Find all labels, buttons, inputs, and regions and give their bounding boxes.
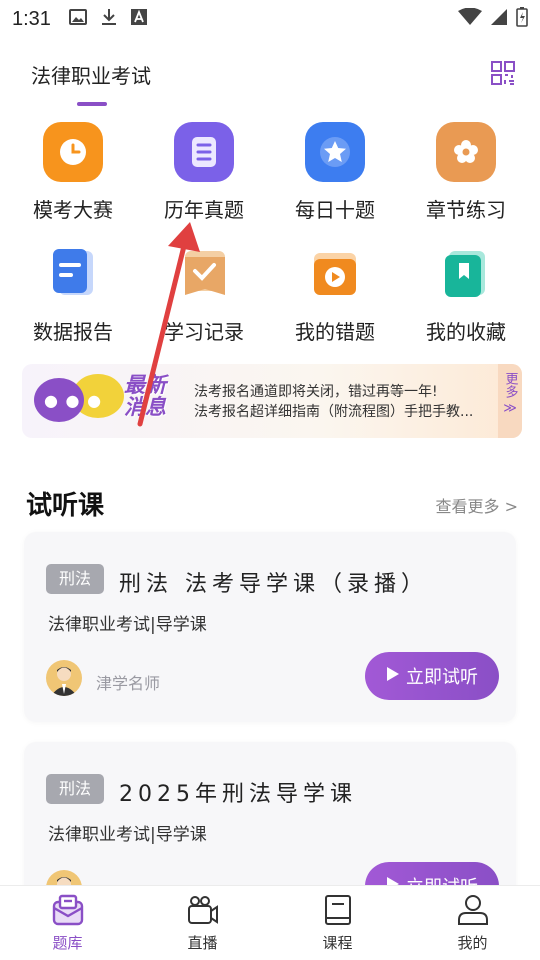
document-icon <box>174 122 234 182</box>
qr-code-icon[interactable] <box>490 60 516 86</box>
grid-item-label: 我的收藏 <box>426 320 506 344</box>
course-book-icon <box>323 895 353 930</box>
signal-icon <box>490 8 508 31</box>
news-line-clipped <box>194 370 494 382</box>
grid-item-label: 学习记录 <box>164 320 244 344</box>
wifi-icon <box>458 7 482 31</box>
bottom-tab-bar: 题库 直播 课程 我的 <box>0 885 540 960</box>
play-icon <box>386 666 400 687</box>
font-icon <box>130 8 147 30</box>
grid-item-label: 我的错题 <box>295 320 375 344</box>
image-icon <box>68 8 87 30</box>
listen-now-button[interactable]: 立即试听 <box>365 652 499 700</box>
grid-item-wrong-questions[interactable]: 我的错题 <box>275 244 395 345</box>
status-time: 1:31 <box>12 7 51 30</box>
grid-item-daily-ten[interactable]: 每日十题 <box>275 122 395 223</box>
grid-item-label: 历年真题 <box>164 198 244 222</box>
grid-item-data-report[interactable]: 数据报告 <box>13 244 133 345</box>
course-card[interactable]: 刑法 刑法 法考导学课（录播） 法律职业考试|导学课 津学名师 立即试听 <box>24 532 516 722</box>
tab-mine[interactable]: 我的 <box>405 886 540 960</box>
grid-item-past-exams[interactable]: 历年真题 <box>144 122 264 223</box>
news-more-button[interactable]: 更多 ≫ <box>498 364 522 438</box>
exam-category-tab[interactable]: 法律职业考试 <box>31 60 151 89</box>
bookmark-icon <box>436 244 496 304</box>
video-folder-icon <box>305 244 365 304</box>
grid-item-favorites[interactable]: 我的收藏 <box>406 244 526 345</box>
tab-live[interactable]: 直播 <box>135 886 270 960</box>
grid-item-label: 数据报告 <box>33 320 113 344</box>
grid-item-study-record[interactable]: 学习记录 <box>144 244 264 345</box>
news-line[interactable]: 法考报名通道即将关闭，错过再等一年! <box>194 382 494 402</box>
subject-tag: 刑法 <box>46 774 104 804</box>
course-title: 刑法 法考导学课（录播） <box>119 572 428 597</box>
view-more-link[interactable]: 查看更多 > <box>436 493 519 517</box>
book-check-icon <box>174 244 234 304</box>
news-banner[interactable]: ● ● ● 最新 消息 法考报名通道即将关闭，错过再等一年! 法考报名超详细指南… <box>22 364 522 438</box>
news-more-label: 更多 <box>502 372 518 398</box>
grid-item-mock-exam[interactable]: 模考大赛 <box>13 122 133 223</box>
news-lines: 法考报名通道即将关闭，错过再等一年! 法考报名超详细指南（附流程图）手把手教..… <box>194 370 494 422</box>
question-bank-icon <box>51 894 85 930</box>
teacher-name: 津学名师 <box>96 674 161 693</box>
grid-item-label: 章节练习 <box>426 198 506 222</box>
download-icon <box>101 8 117 31</box>
clock-icon <box>43 122 103 182</box>
grid-item-label: 每日十题 <box>295 198 375 222</box>
badge-line: 消息 <box>124 395 166 419</box>
dots-icon: ● ● ● <box>44 391 103 410</box>
top-bar: 法律职业考试 <box>0 52 540 108</box>
news-line[interactable]: 法考报名超详细指南（附流程图）手把手教... <box>194 402 494 422</box>
badge-line: 最新 <box>124 373 166 397</box>
section-title: 试听课 <box>26 491 105 521</box>
report-icon <box>43 244 103 304</box>
tab-label: 课程 <box>322 934 353 952</box>
tab-question-bank[interactable]: 题库 <box>0 886 135 960</box>
tab-courses[interactable]: 课程 <box>270 886 405 960</box>
status-bar: 1:31 <box>0 0 540 38</box>
double-chevron-icon: ≫ <box>503 401 517 416</box>
active-tab-indicator <box>77 102 107 106</box>
grid-item-label: 模考大赛 <box>33 198 113 222</box>
star-icon <box>305 122 365 182</box>
flower-icon <box>436 122 496 182</box>
course-category: 法律职业考试|导学课 <box>48 615 207 635</box>
subject-tag: 刑法 <box>46 564 104 594</box>
battery-icon <box>516 6 528 32</box>
tab-label: 我的 <box>457 934 488 952</box>
course-category: 法律职业考试|导学课 <box>48 825 207 845</box>
tab-label: 题库 <box>52 934 83 952</box>
camera-icon <box>186 896 220 930</box>
tab-label: 直播 <box>187 934 218 952</box>
avatar <box>46 660 82 696</box>
course-title: 2025年刑法导学课 <box>119 782 357 807</box>
listen-now-label: 立即试听 <box>406 667 478 688</box>
trial-section-header: 试听课 查看更多 > <box>26 485 518 521</box>
grid-item-chapter-practice[interactable]: 章节练习 <box>406 122 526 223</box>
latest-news-badge: 最新 消息 <box>124 374 204 418</box>
user-icon <box>456 895 490 930</box>
